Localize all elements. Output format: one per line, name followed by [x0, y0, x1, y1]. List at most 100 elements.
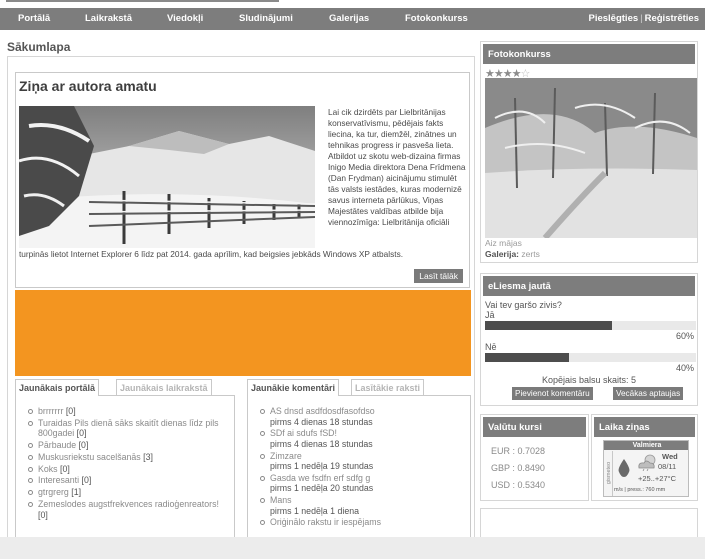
read-more-button[interactable]: Lasīt tālāk [414, 269, 463, 283]
poll-bar-fill [485, 353, 570, 362]
currency-rate-eur: EUR : 0.7028 [491, 446, 546, 456]
list-item[interactable]: brrrrrrr [0] [28, 406, 228, 417]
register-link[interactable]: Reģistrēties [645, 13, 699, 24]
poll-option-yes[interactable]: Jā [485, 310, 495, 320]
top-strip [0, 0, 705, 8]
gallery-link[interactable]: zerts [521, 249, 539, 259]
main-content: Ziņa ar autora amatu Lai cik dzirdēts pa… [7, 56, 475, 559]
list-item[interactable]: Koks [0] [28, 464, 228, 475]
comment-count: [0] [60, 463, 70, 474]
comment-count: [3] [143, 451, 153, 462]
photo-gallery: Galerija: zerts [485, 249, 540, 259]
older-polls-button[interactable]: Vecākas aptaujas [613, 387, 684, 400]
weather-temperature: +25..+27°C [638, 474, 677, 483]
list-item-title: Zemeslodes augstfrekvences radioģenreato… [38, 499, 219, 510]
list-item[interactable]: SDf ai sdufs fSD! pirms 4 dienas 18 stund… [260, 428, 464, 449]
add-comment-button[interactable]: Pievienot komentāru [512, 387, 593, 400]
weather-day: Wed [662, 452, 678, 461]
article-title[interactable]: Ziņa ar autora amatu [19, 78, 157, 94]
article-excerpt-continued: turpinās lietot Internet Explorer 6 līdz… [19, 249, 404, 259]
gallery-label: Galerija: [485, 249, 520, 259]
latest-portal-list-box: brrrrrrr [0] Turaidas Pils dienā sāks sk… [15, 395, 235, 559]
comment-count: [0] [38, 509, 48, 520]
comment-count: [0] [78, 440, 89, 451]
currency-title: Valūtu kursi [483, 417, 586, 437]
comment-count: [0] [81, 475, 92, 486]
comment-title: Gasda we fsdfn erf sdfg g [270, 472, 371, 483]
tab-latest-portal[interactable]: Jaunākais portālā [15, 379, 100, 396]
poll-bar-yes [485, 321, 696, 330]
weather-provider: gismeteo [605, 451, 613, 496]
list-item-title: Interesanti [38, 475, 80, 486]
list-item[interactable]: Zemeslodes augstfrekvences radioģenreato… [28, 499, 228, 520]
list-item-title: gtrgrerg [38, 487, 69, 498]
list-item[interactable]: Gasda we fsdfn erf sdfg g pirms 1 nedēļa … [260, 473, 464, 494]
poll-option-no[interactable]: Nē [485, 342, 497, 352]
weather-provider-label: gismeteo [606, 461, 612, 485]
nav-item-fotokonkurss[interactable]: Fotokonkurss [405, 13, 468, 24]
currency-box: Valūtu kursi EUR : 0.7028 GBP : 0.8490 U… [480, 414, 589, 501]
weather-date: 08/11 [658, 462, 677, 471]
list-item-title: Pārbaude [38, 440, 77, 451]
comment-count: [0] [76, 428, 87, 439]
weather-widget[interactable]: Valmiera gismeteo Wed 08/11 +25..+27°C m… [603, 440, 689, 497]
poll-bar-fill [485, 321, 612, 330]
comment-time: pirms 1 nedēļa 1 diena [270, 505, 360, 516]
list-item[interactable]: Turaidas Pils dienā sāks skaitīt dienas … [28, 418, 228, 439]
list-item[interactable]: Mans pirms 1 nedēļa 1 diena [260, 495, 464, 516]
list-item-title: Koks [38, 463, 58, 474]
page-title: Sākumlapa [7, 40, 71, 54]
comment-title: Mans [270, 495, 292, 506]
comment-title: Zimzare [270, 450, 302, 461]
poll-title: eLiesma jautā [483, 276, 695, 296]
latest-comments-list: AS dnsd asdfdosdfasofdso pirms 4 dienas 1… [260, 406, 464, 529]
poll-bar-no [485, 353, 696, 362]
advertisement-banner[interactable] [15, 290, 471, 376]
latest-comments-panel: Jaunākie komentāri Lasītākie raksti AS d… [247, 379, 471, 559]
latest-comments-list-box: AS dnsd asdfdosdfasofdso pirms 4 dienas 1… [247, 395, 471, 559]
comment-count: [0] [65, 406, 76, 416]
rain-drop-icon [617, 459, 631, 480]
contest-photo[interactable] [485, 78, 697, 238]
login-link[interactable]: Pieslēgties [589, 13, 639, 24]
tab-latest-newspaper[interactable]: Jaunākais laikrakstā [116, 379, 212, 396]
latest-portal-list: brrrrrrr [0] Turaidas Pils dienā sāks sk… [28, 406, 228, 521]
list-item[interactable]: Muskusriekstu sacelšanās [3] [28, 452, 228, 463]
article-excerpt: Lai cik dzirdēts par Lielbritānijas kons… [328, 107, 466, 227]
photo-contest-box: Fotokonkurss ★★★★☆ Aiz mājas Galerija: z… [480, 41, 698, 263]
article-image[interactable] [19, 106, 315, 248]
list-item[interactable]: Oriģinālo rakstu ir iespējams [260, 517, 464, 528]
featured-article: Ziņa ar autora amatu Lai cik dzirdēts pa… [15, 72, 470, 288]
list-item-title: Muskusriekstu sacelšanās [38, 451, 141, 462]
weather-pressure: m/s | press.: 760 mm [614, 487, 666, 493]
cloud-sun-icon [636, 453, 658, 474]
list-item-title: Turaidas Pils dienā sāks skaitīt dienas … [38, 417, 219, 439]
comment-time: pirms 4 dienas 18 stundas [270, 416, 373, 427]
poll-total-votes: Kopējais balsu skaits: 5 [541, 375, 637, 385]
list-item[interactable]: AS dnsd asdfdosdfasofdso pirms 4 dienas 1… [260, 406, 464, 427]
photo-caption[interactable]: Aiz mājas [485, 238, 522, 248]
poll-box: eLiesma jautā Vai tev garšo zivis? Jā 60… [480, 273, 698, 406]
tab-latest-comments[interactable]: Jaunākie komentāri [247, 379, 340, 396]
currency-rate-usd: USD : 0.5340 [491, 480, 546, 490]
nav-item-viedokli[interactable]: Viedokļi [167, 13, 203, 24]
comment-time: pirms 1 nedēļa 20 stundas [270, 483, 374, 494]
list-item[interactable]: Zimzare pirms 1 nedēļa 19 stundas [260, 451, 464, 472]
weather-title: Laika ziņas [594, 417, 695, 437]
comment-time: pirms 4 dienas 18 stundas [270, 438, 373, 449]
photo-contest-title: Fotokonkurss [483, 44, 695, 64]
list-item[interactable]: Pārbaude [0] [28, 440, 228, 451]
nav-item-laikraksta[interactable]: Laikrakstā [85, 13, 132, 24]
nav-item-sludinajumi[interactable]: Sludinājumi [239, 13, 293, 24]
nav-item-portala[interactable]: Portālā [18, 13, 50, 24]
poll-percent-no: 40% [675, 363, 694, 373]
weather-city: Valmiera [604, 441, 688, 450]
top-strip-line [6, 0, 279, 2]
nav-item-galerijas[interactable]: Galerijas [329, 13, 369, 24]
footer-bar [0, 537, 705, 559]
list-item[interactable]: Interesanti [0] [28, 475, 228, 486]
comment-title: Oriģinālo rakstu ir iespējams [270, 517, 381, 528]
latest-portal-panel: Jaunākais portālā Jaunākais laikrakstā b… [15, 379, 235, 559]
list-item[interactable]: gtrgrerg [1] [28, 487, 228, 498]
tab-most-read[interactable]: Lasītākie raksti [351, 379, 425, 396]
